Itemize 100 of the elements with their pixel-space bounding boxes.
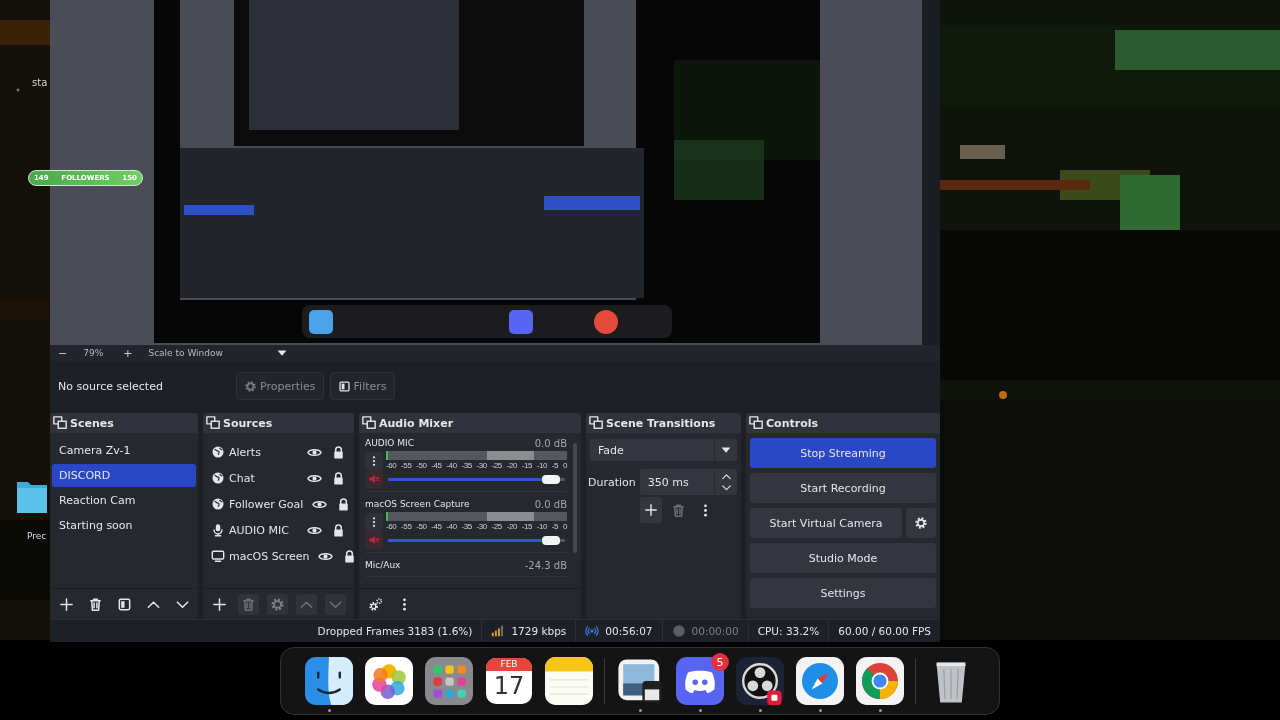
scene-item[interactable]: Starting soon (52, 514, 196, 537)
scene-item[interactable]: DISCORD (52, 464, 196, 487)
lock-icon[interactable] (331, 470, 346, 486)
scale-label: -40 (446, 522, 457, 531)
scale-label: -20 (506, 522, 517, 531)
duration-field[interactable]: 350 ms (639, 469, 737, 495)
scale-label: -15 (521, 522, 533, 531)
dock-title: Scenes (70, 416, 114, 430)
dock-panel-icon (362, 416, 376, 430)
duration-label: Duration (588, 475, 636, 489)
face-icon[interactable] (305, 657, 353, 705)
scale-label: 0 (562, 522, 567, 531)
scene-item[interactable]: Camera Zv-1 (52, 439, 196, 462)
notepad-icon[interactable] (545, 657, 593, 705)
volume-slider[interactable] (388, 477, 565, 481)
stream-time: 00:56:07 (605, 625, 653, 637)
muted-speaker-icon (368, 534, 380, 546)
scale-label: -15 (521, 461, 533, 470)
channel-name: AUDIO MIC (365, 438, 414, 448)
source-item[interactable]: Alerts (229, 445, 298, 459)
scale-label: -55 (401, 461, 412, 470)
scale-label: -5 (551, 522, 559, 531)
scale-label: -30 (476, 522, 487, 531)
slider-handle[interactable] (541, 474, 560, 484)
calendar-day: 17 (493, 671, 525, 701)
control-button[interactable]: Settings (750, 578, 936, 608)
scale-label: -30 (476, 461, 487, 470)
globe-icon (211, 497, 225, 511)
scale-label: -40 (446, 461, 457, 470)
microphone-icon (211, 523, 225, 537)
scale-label: -55 (401, 522, 412, 531)
scale-label: -5 (551, 461, 559, 470)
scene-item[interactable]: Reaction Cam (52, 489, 196, 512)
dock-title: Audio Mixer (379, 416, 454, 430)
scale-label: -10 (536, 461, 548, 470)
signal-bars-icon (491, 624, 506, 638)
transition-dropdown[interactable]: Fade (590, 439, 737, 461)
scale-label: -20 (506, 461, 517, 470)
volume-slider[interactable] (388, 538, 565, 542)
filter-icon (337, 379, 351, 393)
control-button[interactable]: Stop Streaming (750, 438, 936, 468)
compass-icon[interactable] (796, 657, 844, 705)
zoom-level: 79% (83, 348, 105, 358)
slider-handle[interactable] (541, 535, 560, 545)
source-item[interactable]: Follower Goal (229, 497, 304, 511)
dock-panel-icon (749, 416, 763, 430)
circle-logo-icon[interactable] (736, 657, 784, 705)
monitor-icon (211, 549, 225, 563)
settings-button[interactable] (906, 508, 936, 538)
scale-label: -25 (491, 461, 502, 470)
globe-icon (211, 471, 225, 485)
dock-title: Scene Transitions (606, 416, 716, 430)
scale-label: -60 (386, 461, 397, 470)
control-button[interactable]: Start Recording (750, 473, 936, 503)
scrollbar[interactable] (573, 443, 577, 553)
flower-icon[interactable] (365, 657, 413, 705)
volume-reading: 0.0 dB (534, 437, 567, 449)
lock-icon[interactable] (342, 548, 354, 564)
ring-icon[interactable] (856, 657, 904, 705)
gear-icon (244, 379, 257, 393)
zoom-in-button[interactable]: + (121, 346, 135, 360)
desktop-label[interactable]: Prec (27, 531, 47, 541)
control-button[interactable]: Studio Mode (750, 543, 936, 573)
scale-label: -25 (491, 522, 502, 531)
add-button[interactable] (639, 497, 662, 523)
control-button[interactable]: Start Virtual Camera (750, 508, 902, 538)
source-item[interactable]: Chat (229, 471, 298, 485)
volume-reading: 0.0 dB (534, 498, 567, 510)
settings-icon[interactable] (267, 593, 288, 615)
scale-dropdown[interactable]: Scale to Window (148, 346, 289, 360)
dock-title: Sources (223, 416, 273, 430)
zoom-out-button[interactable]: − (56, 346, 70, 360)
channel-name: Mic/Aux (365, 560, 401, 570)
notification-badge: 5 (711, 653, 729, 671)
record-time: 00:00:00 (691, 625, 739, 637)
calendar-app[interactable]: FEB 17 (486, 658, 532, 704)
broadcast-icon (585, 624, 600, 638)
lock-icon[interactable] (331, 522, 346, 538)
game-controller-icon[interactable] (676, 657, 724, 705)
channel-name: macOS Screen Capture (365, 499, 470, 509)
scale-label: -45 (431, 522, 442, 531)
calendar-month: FEB (486, 658, 532, 671)
lock-icon[interactable] (331, 444, 346, 460)
gear-icon (914, 516, 928, 530)
frame-rate: 60.00 / 60.00 FPS (838, 625, 931, 637)
source-item[interactable]: AUDIO MIC (229, 523, 298, 537)
scale-label: -50 (416, 522, 427, 531)
scale-label: 0 (562, 461, 567, 470)
dock-title: Controls (766, 416, 819, 430)
volume-reading: -24.3 dB (524, 559, 567, 571)
globe-icon (211, 445, 225, 459)
scale-label: -10 (536, 522, 548, 531)
dropped-frames: Dropped Frames 3183 (1.6%) (317, 625, 473, 637)
muted-speaker-icon (368, 473, 380, 485)
source-item[interactable]: macOS Screen (229, 549, 310, 563)
dock-panel-icon (53, 416, 67, 430)
desktop-label: sta (32, 77, 48, 88)
dock-panel-icon (589, 416, 603, 430)
photo-icon[interactable] (616, 657, 664, 705)
app-grid-icon[interactable] (425, 657, 473, 705)
